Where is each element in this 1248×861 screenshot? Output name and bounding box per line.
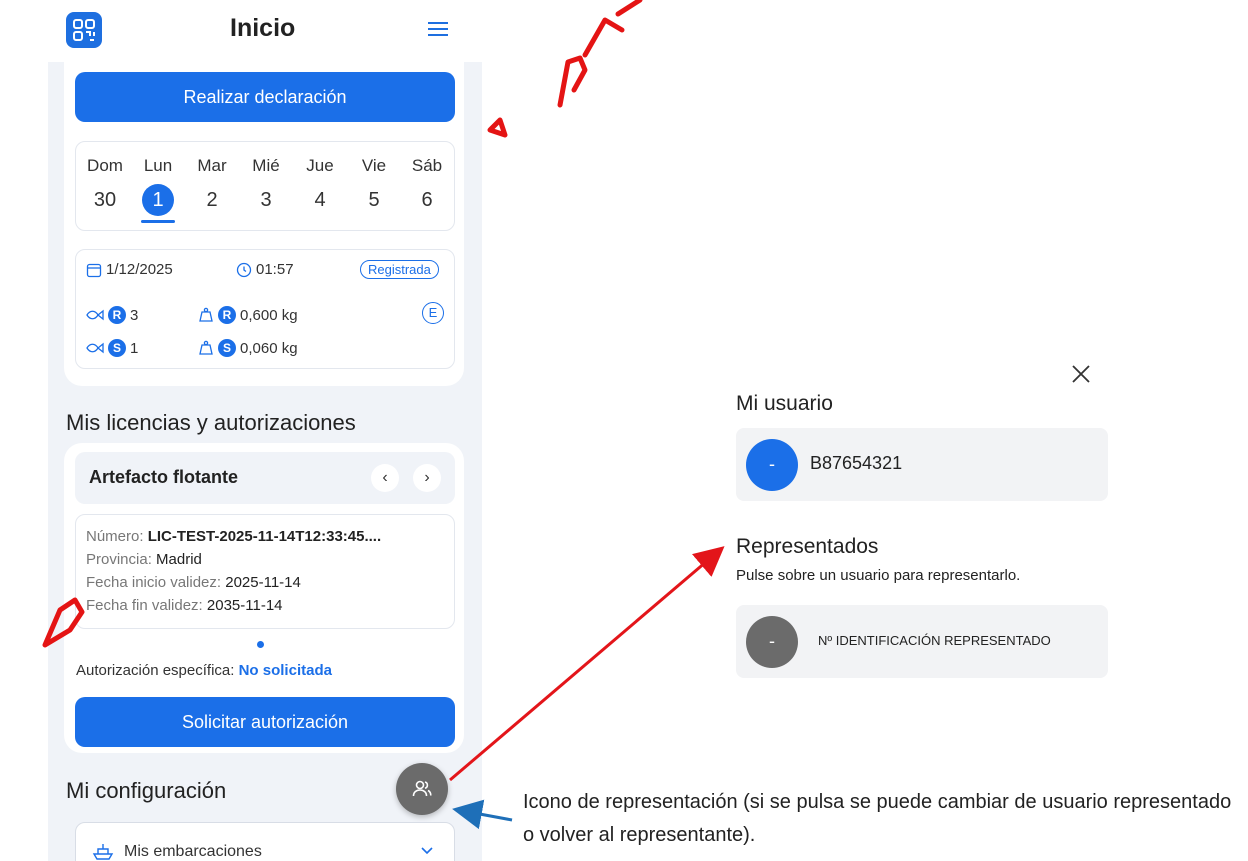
day-jue[interactable]: Jue 4 [293, 142, 347, 216]
day-vie[interactable]: Vie 5 [347, 142, 401, 216]
annotation-caption: Icono de representación (si se pulsa se … [523, 791, 1232, 846]
day-mar[interactable]: Mar 2 [185, 142, 239, 216]
next-license-button[interactable]: › [413, 464, 441, 492]
catch-weight-s: S 0,060 kg [198, 339, 298, 357]
configuracion-title: Mi configuración [66, 778, 227, 803]
calendar-icon [86, 263, 102, 277]
fish-icon [86, 342, 104, 354]
embarcaciones-label: Mis embarcaciones [124, 843, 262, 860]
autorizacion-status: Autorización específica: No solicitada [76, 662, 332, 679]
phone-content: Realizar declaración Dom 30 Lun 1 Mar 2 Mié… [48, 0, 482, 861]
mi-usuario-title: Mi usuario [736, 392, 833, 415]
day-sab[interactable]: Sáb 6 [400, 142, 454, 216]
prev-license-button[interactable]: ‹ [371, 464, 399, 492]
clock-icon [236, 262, 252, 277]
day-mie[interactable]: Mié 3 [239, 142, 293, 216]
license-name: Artefacto flotante [89, 467, 239, 487]
record-date: 1/12/2025 [86, 261, 173, 278]
represented-user-item[interactable]: - Nº IDENTIFICACIÓN REPRESENTADO [736, 605, 1108, 678]
day-dom[interactable]: Dom 30 [78, 142, 132, 216]
carousel-dot[interactable] [257, 641, 264, 648]
representados-title: Representados [736, 535, 879, 558]
ship-icon [92, 844, 114, 860]
avatar: - [746, 439, 798, 491]
chevron-down-icon [421, 847, 433, 855]
mis-embarcaciones-dropdown[interactable]: Mis embarcaciones [75, 822, 455, 861]
current-user-item[interactable]: - B87654321 [736, 428, 1108, 501]
fish-icon [86, 309, 104, 321]
close-icon[interactable] [1069, 362, 1093, 386]
weight-icon [199, 307, 213, 322]
red-arrow [449, 546, 725, 782]
represented-id: Nº IDENTIFICACIÓN REPRESENTADO [818, 633, 1051, 648]
day-lun[interactable]: Lun 1 [131, 142, 185, 223]
catch-count-s: S1 [86, 339, 138, 357]
license-header: Artefacto flotante ‹ › [75, 452, 455, 504]
representados-hint: Pulse sobre un usuario para representarl… [736, 567, 1021, 584]
licencias-title: Mis licencias y autorizaciones [66, 410, 356, 435]
status-badge: Registrada [360, 260, 439, 279]
weight-icon [199, 340, 213, 355]
catch-weight-r: R 0,600 kg [198, 306, 298, 324]
realizar-declaracion-button[interactable]: Realizar declaración [75, 72, 455, 122]
catch-count-r: R3 [86, 306, 138, 324]
week-selector: Dom 30 Lun 1 Mar 2 Mié 3 Jue 4 Vie 5 Sáb 6 [75, 141, 455, 231]
record-time: 01:57 [236, 261, 294, 278]
user-id: B87654321 [810, 453, 903, 473]
e-badge[interactable]: E [422, 302, 444, 324]
declaration-record[interactable]: 1/12/2025 01:57 Registrada R3 R 0,600 kg … [75, 249, 455, 369]
represent-users-icon[interactable] [396, 763, 448, 815]
avatar: - [746, 616, 798, 668]
solicitar-autorizacion-button[interactable]: Solicitar autorización [75, 697, 455, 747]
license-details: Número: LIC-TEST-2025-11-14T12:33:45....… [75, 514, 455, 629]
